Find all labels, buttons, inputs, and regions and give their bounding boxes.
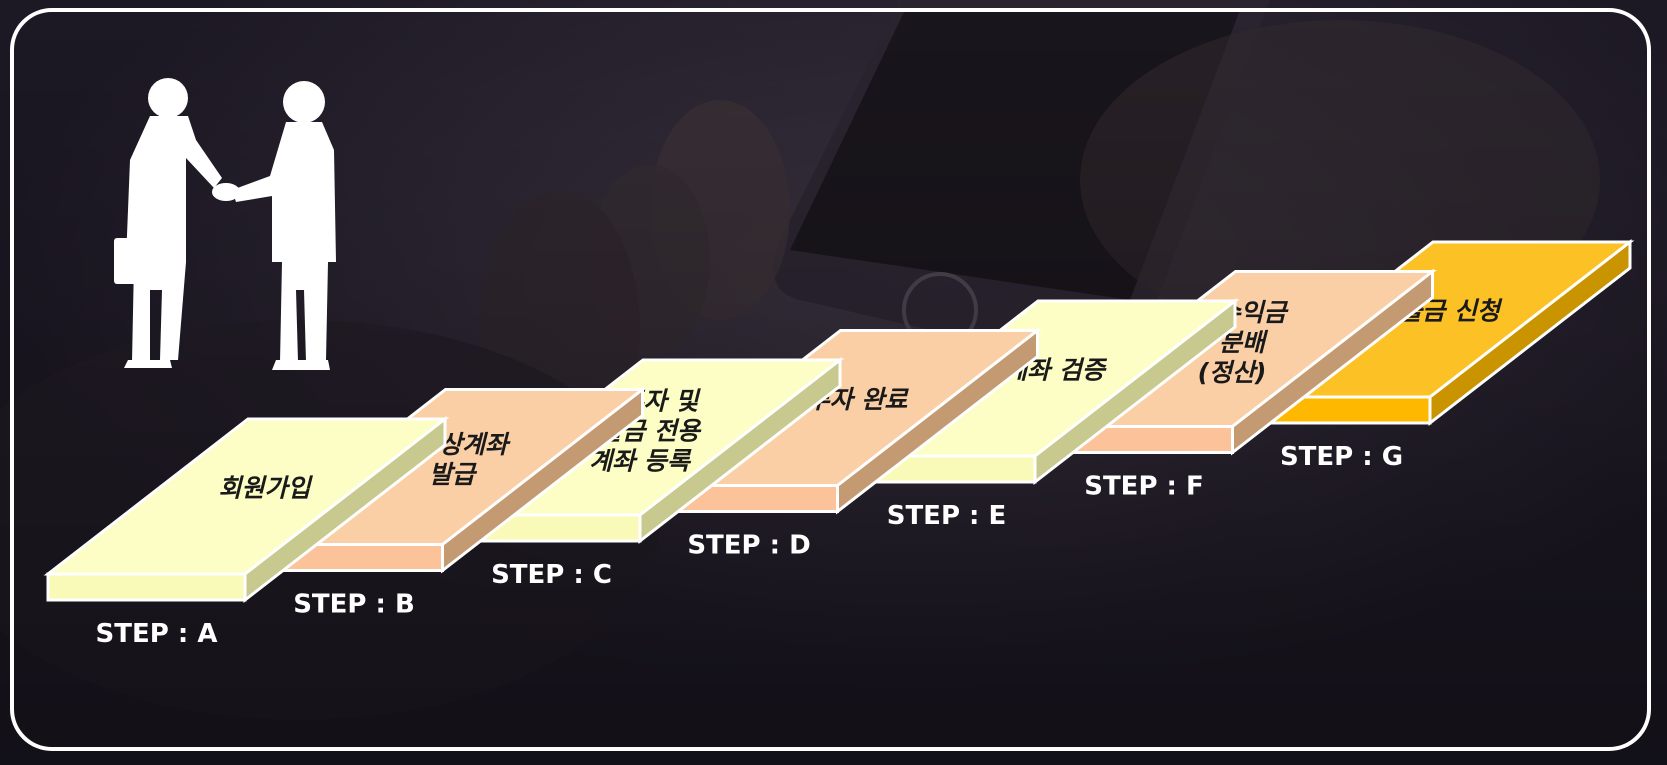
step-label: STEP : E	[887, 501, 1007, 531]
step-front-face	[46, 572, 247, 602]
step-title-line: 회원가입	[218, 474, 313, 503]
step-label: STEP : A	[96, 619, 218, 649]
step-label: STEP : D	[687, 531, 810, 561]
process-slide: 출금 신청 STEP : G 수익금 분배 (정산) STEP : F 계좌 검증 STEP …	[0, 0, 1667, 765]
step-label: STEP : G	[1280, 442, 1403, 472]
handshake-silhouette-icon	[114, 78, 336, 370]
step-label: STEP : F	[1084, 472, 1204, 502]
step-label: STEP : C	[491, 560, 612, 590]
step-title-line: 발급	[429, 460, 478, 489]
step-title-line: (정산)	[1198, 358, 1267, 387]
step-label: STEP : B	[293, 590, 415, 620]
step-diagram: 출금 신청STEP : G수익금 분배 (정산)STEP : F계좌 검증STEP …	[43, 78, 1635, 649]
step-title-line: 계좌 등록	[589, 447, 692, 476]
step-title: 회원가입	[218, 474, 313, 503]
